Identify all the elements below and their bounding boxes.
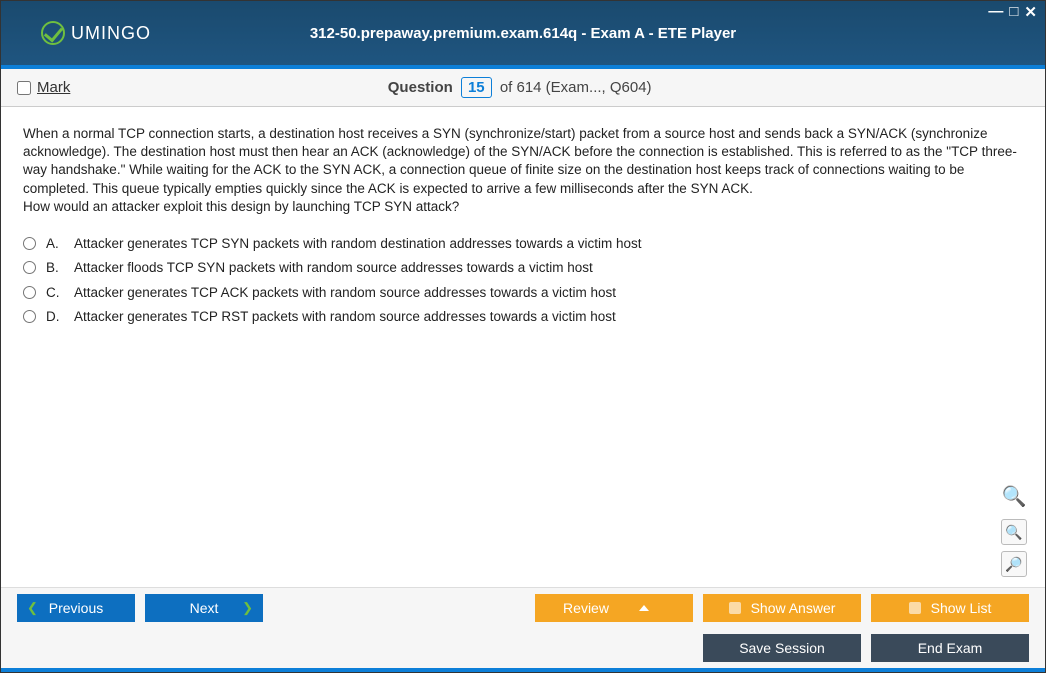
option-d[interactable]: D. Attacker generates TCP RST packets wi… — [23, 305, 1023, 329]
question-counter: Question 15 of 614 (Exam..., Q604) — [70, 77, 969, 98]
footer-accent — [1, 668, 1045, 672]
chevron-right-icon: ❯ — [242, 600, 253, 616]
previous-button[interactable]: ❮ Previous — [17, 594, 135, 622]
search-icon[interactable]: 🔍 — [1002, 484, 1027, 509]
review-button[interactable]: Review — [535, 594, 693, 622]
triangle-up-icon — [639, 605, 649, 611]
zoom-in-button[interactable]: 🔍 — [1001, 519, 1027, 545]
option-d-radio[interactable] — [23, 310, 36, 323]
question-number[interactable]: 15 — [461, 77, 492, 98]
app-logo: UMINGO — [41, 21, 151, 45]
next-button[interactable]: Next ❯ — [145, 594, 263, 622]
question-label: Question — [388, 79, 453, 96]
minimize-button[interactable]: — — [988, 3, 1003, 21]
title-bar: UMINGO 312-50.prepaway.premium.exam.614q… — [1, 1, 1045, 69]
window-title: 312-50.prepaway.premium.exam.614q - Exam… — [310, 25, 736, 42]
question-header: Mark Question 15 of 614 (Exam..., Q604) — [1, 69, 1045, 107]
option-a-radio[interactable] — [23, 237, 36, 250]
zoom-out-button[interactable]: 🔎 — [1001, 551, 1027, 577]
end-exam-button[interactable]: End Exam — [871, 634, 1029, 662]
zoom-tools: 🔍 🔍 🔎 — [1001, 484, 1027, 577]
footer-row-2: Save Session End Exam — [1, 628, 1045, 668]
option-c[interactable]: C. Attacker generates TCP ACK packets wi… — [23, 281, 1023, 305]
mark-checkbox[interactable] — [17, 81, 31, 95]
option-letter: B. — [46, 259, 64, 277]
option-b-radio[interactable] — [23, 261, 36, 274]
maximize-button[interactable]: □ — [1009, 3, 1018, 21]
logo-check-icon — [41, 21, 65, 45]
logo-text: UMINGO — [71, 23, 151, 44]
option-c-radio[interactable] — [23, 286, 36, 299]
footer-row-1: ❮ Previous Next ❯ Review Show Answer Sho… — [1, 588, 1045, 628]
option-letter: A. — [46, 235, 64, 253]
question-text: When a normal TCP connection starts, a d… — [23, 125, 1023, 216]
question-body: When a normal TCP connection starts, a d… — [1, 107, 1045, 347]
chevron-left-icon: ❮ — [27, 600, 38, 616]
mark-label[interactable]: Mark — [37, 79, 70, 96]
show-list-button[interactable]: Show List — [871, 594, 1029, 622]
show-answer-button[interactable]: Show Answer — [703, 594, 861, 622]
option-b[interactable]: B. Attacker floods TCP SYN packets with … — [23, 256, 1023, 280]
options-list: A. Attacker generates TCP SYN packets wi… — [23, 232, 1023, 329]
question-of-total: of 614 (Exam..., Q604) — [500, 79, 652, 96]
mark-checkbox-wrap[interactable]: Mark — [17, 79, 70, 96]
option-text: Attacker generates TCP ACK packets with … — [74, 284, 616, 302]
option-text: Attacker generates TCP RST packets with … — [74, 308, 616, 326]
option-text: Attacker floods TCP SYN packets with ran… — [74, 259, 593, 277]
option-letter: C. — [46, 284, 64, 302]
save-session-button[interactable]: Save Session — [703, 634, 861, 662]
square-icon — [909, 602, 921, 614]
option-text: Attacker generates TCP SYN packets with … — [74, 235, 642, 253]
close-button[interactable]: ✕ — [1024, 3, 1037, 21]
footer: ❮ Previous Next ❯ Review Show Answer Sho… — [1, 587, 1045, 672]
square-icon — [729, 602, 741, 614]
window-controls: — □ ✕ — [988, 3, 1037, 21]
option-letter: D. — [46, 308, 64, 326]
content-area: When a normal TCP connection starts, a d… — [1, 107, 1045, 587]
option-a[interactable]: A. Attacker generates TCP SYN packets wi… — [23, 232, 1023, 256]
